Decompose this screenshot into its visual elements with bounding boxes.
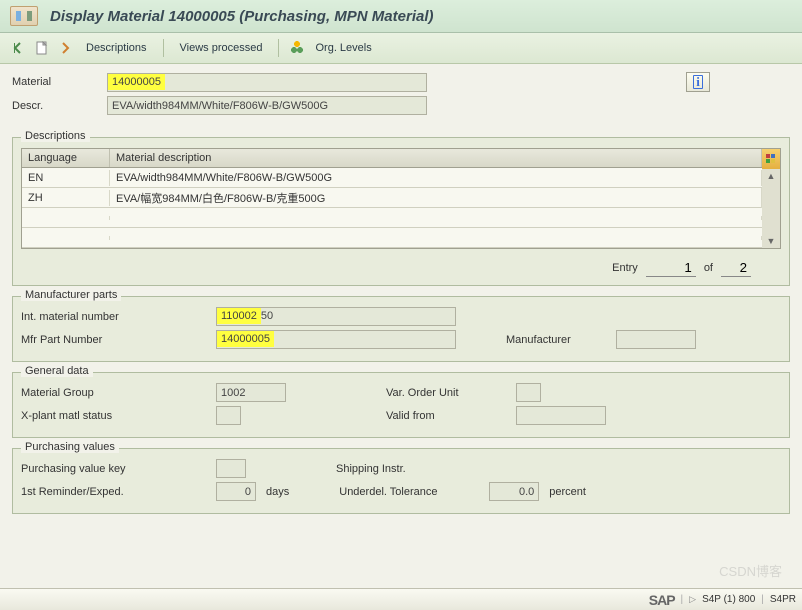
cell-lang: EN: [22, 170, 110, 186]
mfr-part-field[interactable]: 14000005: [216, 330, 456, 349]
material-value: 14000005: [108, 74, 165, 90]
table-row[interactable]: EN EVA/width984MM/White/F806W-B/GW500G: [22, 168, 762, 188]
scroll-down-icon[interactable]: ▼: [767, 236, 776, 246]
general-data-group: General data Material Group Var. Order U…: [12, 372, 790, 438]
status-system: S4P (1) 800: [702, 594, 755, 605]
page-title: Display Material 14000005 (Purchasing, M…: [50, 8, 434, 25]
entry-current[interactable]: [646, 259, 696, 277]
entry-label: Entry: [612, 262, 638, 274]
descr-field[interactable]: [107, 96, 427, 115]
table-row-empty[interactable]: [22, 208, 762, 228]
entry-of: of: [704, 262, 713, 274]
status-bar: SAP | ▷ S4P (1) 800 | S4PR: [0, 588, 802, 610]
pvk-label: Purchasing value key: [21, 463, 206, 475]
reminder-field[interactable]: [216, 482, 256, 501]
col-description[interactable]: Material description: [110, 149, 762, 167]
forward-icon[interactable]: [58, 40, 74, 56]
cell-lang: ZH: [22, 190, 110, 206]
info-icon: i: [693, 75, 703, 89]
table-row-empty[interactable]: [22, 228, 762, 248]
cell-desc: EVA/width984MM/White/F806W-B/GW500G: [110, 170, 762, 186]
header-fields: Material 14000005 i Descr.: [0, 64, 802, 127]
underdel-label: Underdel. Tolerance: [339, 486, 479, 498]
var-order-field[interactable]: [516, 383, 541, 402]
toolbar: Descriptions Views processed Org. Levels: [0, 33, 802, 64]
int-material-field[interactable]: 11000250: [216, 307, 456, 326]
sap-logo: SAP: [649, 592, 675, 608]
col-language[interactable]: Language: [22, 149, 110, 167]
table-row[interactable]: ZH EVA/幅宽984MM/白色/F806W-B/克重500G: [22, 188, 762, 208]
separator: [163, 39, 164, 57]
status-nav-icon[interactable]: ▷: [689, 594, 696, 605]
purchasing-values-title: Purchasing values: [21, 441, 119, 453]
pvk-field[interactable]: [216, 459, 246, 478]
reminder-label: 1st Reminder/Exped.: [21, 486, 206, 498]
descriptions-title: Descriptions: [21, 130, 90, 142]
views-processed-button[interactable]: Views processed: [176, 40, 267, 56]
separator: |: [761, 594, 764, 605]
manufacturer-field[interactable]: [616, 330, 696, 349]
separator: [278, 39, 279, 57]
document-icon[interactable]: [34, 40, 50, 56]
back-icon[interactable]: [10, 40, 26, 56]
scroll-up-icon[interactable]: ▲: [767, 171, 776, 181]
underdel-field[interactable]: [489, 482, 539, 501]
vertical-scrollbar[interactable]: ▲ ▼: [762, 169, 780, 248]
reminder-unit: days: [266, 486, 289, 498]
descriptions-button[interactable]: Descriptions: [82, 40, 151, 56]
entry-total: [721, 259, 751, 277]
manufacturer-label: Manufacturer: [506, 334, 606, 346]
valid-from-field[interactable]: [516, 406, 606, 425]
xplant-label: X-plant matl status: [21, 410, 206, 422]
status-extra: S4PR: [770, 594, 796, 605]
info-button[interactable]: i: [686, 72, 710, 92]
manufacturer-parts-title: Manufacturer parts: [21, 289, 121, 301]
material-field[interactable]: 14000005: [107, 73, 427, 92]
cell-desc: EVA/幅宽984MM/白色/F806W-B/克重500G: [110, 188, 762, 208]
entry-pager: Entry of: [21, 249, 781, 277]
material-group-label: Material Group: [21, 387, 206, 399]
int-material-value-hl: 110002: [217, 308, 261, 324]
watermark: CSDN博客: [719, 561, 782, 580]
xplant-field[interactable]: [216, 406, 241, 425]
purchasing-values-group: Purchasing values Purchasing value key S…: [12, 448, 790, 514]
mfr-part-value: 14000005: [217, 331, 274, 347]
var-order-label: Var. Order Unit: [386, 387, 506, 399]
material-label: Material: [12, 76, 97, 88]
manufacturer-parts-group: Manufacturer parts Int. material number …: [12, 296, 790, 362]
int-material-value-rest: 50: [261, 308, 273, 324]
descr-label: Descr.: [12, 100, 97, 112]
table-config-icon[interactable]: [762, 149, 780, 169]
org-levels-button[interactable]: Org. Levels: [311, 40, 375, 56]
mfr-part-label: Mfr Part Number: [21, 334, 206, 346]
title-bar: Display Material 14000005 (Purchasing, M…: [0, 0, 802, 33]
separator: |: [681, 594, 684, 605]
material-group-field[interactable]: [216, 383, 286, 402]
shipping-label: Shipping Instr.: [336, 463, 476, 475]
descriptions-group: Descriptions Language Material descripti…: [12, 137, 790, 286]
descriptions-table: Language Material description EN EVA/wid…: [21, 148, 781, 249]
window-icon: [10, 6, 38, 26]
org-levels-icon[interactable]: [291, 41, 303, 56]
underdel-unit: percent: [549, 486, 586, 498]
int-material-label: Int. material number: [21, 311, 206, 323]
valid-from-label: Valid from: [386, 410, 506, 422]
general-data-title: General data: [21, 365, 93, 377]
